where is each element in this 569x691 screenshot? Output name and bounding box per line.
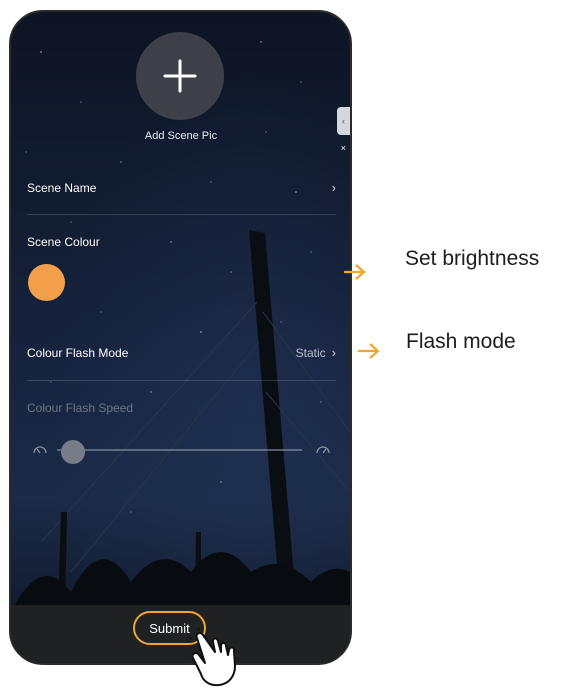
- scene-name-row[interactable]: Scene Name ›: [27, 180, 336, 195]
- flash-mode-annotation: Flash mode: [406, 330, 516, 353]
- arrow-right-icon: [344, 264, 366, 280]
- scene-name-label: Scene Name: [27, 180, 97, 195]
- side-panel-tab[interactable]: ‹: [337, 107, 350, 135]
- fast-gauge-icon: [316, 446, 330, 454]
- scene-colour-swatch[interactable]: [28, 264, 65, 301]
- add-scene-pic-label: Add Scene Pic: [144, 130, 218, 142]
- colour-flash-mode-row[interactable]: Colour Flash Mode Static ›: [27, 345, 336, 360]
- arrow-right-icon: [358, 343, 380, 359]
- flash-speed-slider-knob[interactable]: [61, 440, 86, 464]
- chevron-right-icon: ›: [331, 180, 336, 195]
- chevron-left-icon: ‹: [342, 116, 345, 126]
- colour-flash-mode-label: Colour Flash Mode: [27, 345, 129, 360]
- set-brightness-annotation: Set brightness: [405, 247, 540, 270]
- phone-screen: Add Scene Pic ‹ × Scene Name › Scene Col…: [9, 10, 352, 665]
- side-panel-close[interactable]: ×: [341, 143, 346, 153]
- scene-colour-row: Scene Colour: [27, 235, 336, 249]
- scene-colour-label: Scene Colour: [27, 235, 100, 249]
- tap-hand-icon: [189, 628, 236, 687]
- colour-flash-speed-label: Colour Flash Speed: [27, 401, 134, 415]
- divider: [27, 214, 336, 215]
- colour-flash-mode-value: Static: [295, 345, 326, 360]
- submit-label: Submit: [149, 620, 190, 636]
- plus-icon: [163, 59, 197, 93]
- add-scene-pic-button[interactable]: [136, 32, 224, 120]
- flash-speed-slider-track[interactable]: [57, 449, 302, 451]
- divider: [27, 380, 336, 381]
- slow-gauge-icon: [33, 446, 47, 454]
- chevron-right-icon: ›: [331, 345, 336, 360]
